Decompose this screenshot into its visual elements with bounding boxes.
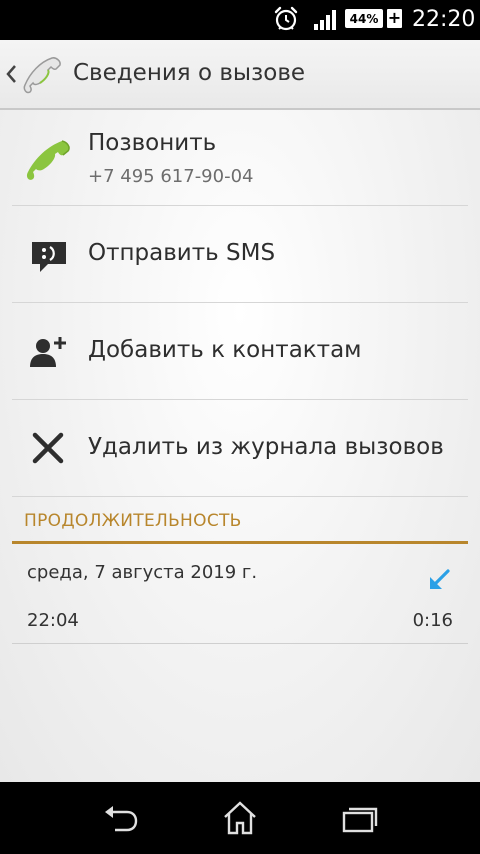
call-label: Позвонить — [88, 130, 217, 156]
alarm-icon — [273, 6, 299, 36]
call-date: среда, 7 августа 2019 г. — [27, 562, 258, 583]
add-contact-action-row[interactable]: Добавить к контактам — [0, 303, 480, 400]
action-bar: Сведения о вызове — [0, 40, 480, 110]
call-action-row[interactable]: Позвонить +7 495 617-90-04 — [0, 110, 480, 206]
call-duration: 0:16 — [412, 610, 453, 631]
back-chevron-icon[interactable] — [5, 64, 17, 88]
add-contact-icon — [30, 335, 68, 373]
status-bar: 44% + 22:20 — [0, 0, 480, 40]
call-details-content: Позвонить +7 495 617-90-04 Отправить SMS… — [0, 110, 480, 782]
page-title: Сведения о вызове — [73, 60, 306, 86]
phone-number: +7 495 617-90-04 — [88, 166, 254, 187]
nav-home-icon[interactable] — [222, 800, 258, 840]
delete-label: Удалить из журнала вызовов — [88, 434, 444, 460]
delete-from-log-action-row[interactable]: Удалить из журнала вызовов — [0, 400, 480, 497]
sms-label: Отправить SMS — [88, 240, 276, 266]
close-icon — [32, 432, 64, 468]
divider — [12, 643, 468, 644]
app-phone-icon[interactable] — [22, 54, 64, 100]
incoming-call-icon — [428, 569, 450, 595]
section-divider — [12, 541, 468, 544]
sms-icon — [30, 240, 68, 278]
nav-back-icon[interactable] — [101, 800, 141, 840]
navigation-bar — [0, 782, 480, 854]
battery-charging-indicator: + — [387, 8, 402, 28]
nav-recent-apps-icon[interactable] — [340, 800, 380, 840]
duration-section-header: ПРОДОЛЖИТЕЛЬНОСТЬ — [24, 511, 242, 531]
battery-percent: 44% — [345, 9, 383, 28]
sms-action-row[interactable]: Отправить SMS — [0, 206, 480, 303]
phone-icon — [26, 138, 72, 188]
status-clock: 22:20 — [412, 7, 476, 32]
call-time: 22:04 — [27, 610, 79, 631]
signal-icon — [314, 10, 338, 34]
divider — [12, 496, 468, 497]
add-contact-label: Добавить к контактам — [88, 337, 362, 363]
